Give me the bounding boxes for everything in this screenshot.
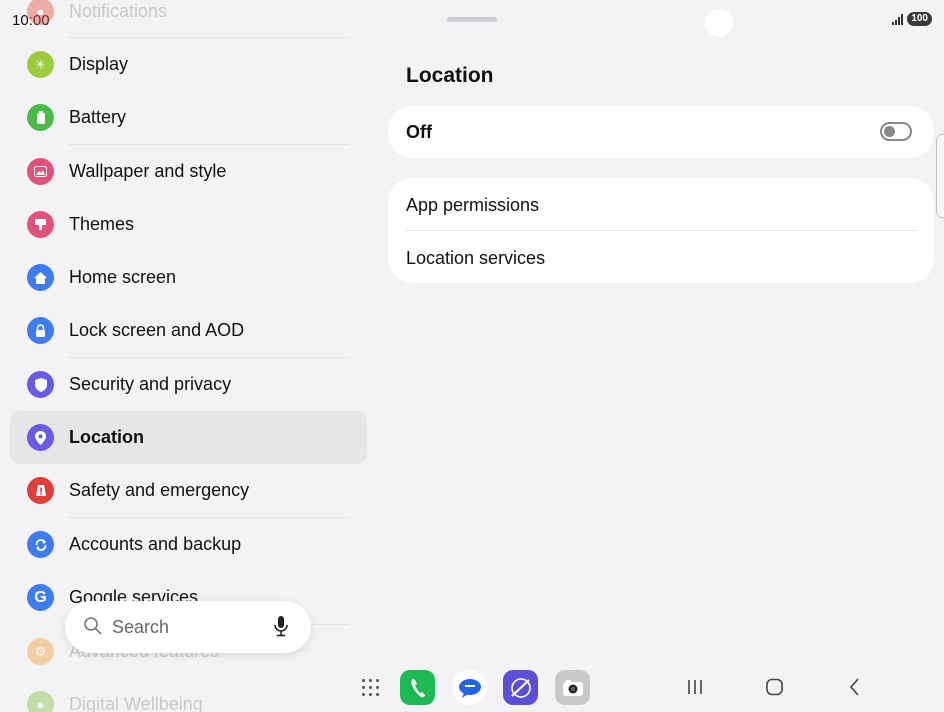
wellbeing-icon: ●: [27, 691, 54, 712]
sidebar-item-notifications[interactable]: ● Notifications: [10, 0, 367, 38]
sidebar-item-label: Lock screen and AOD: [69, 320, 245, 340]
battery-icon: [27, 104, 54, 131]
status-icons: 100: [892, 12, 932, 26]
shield-icon: [27, 371, 54, 398]
notifications-icon: ●: [27, 0, 54, 25]
sidebar-item-label: Display: [69, 54, 129, 74]
home-button[interactable]: [765, 677, 785, 702]
sidebar-item-themes[interactable]: Themes: [10, 198, 367, 251]
google-icon: G: [27, 584, 54, 611]
messages-app-icon[interactable]: [452, 670, 487, 705]
sidebar-item-label: Wallpaper and style: [69, 161, 227, 181]
battery-level: 100: [907, 12, 932, 26]
front-camera: [705, 9, 733, 37]
edge-panel-handle[interactable]: [936, 134, 944, 218]
gear-plus-icon: ⚙: [27, 638, 54, 665]
switch-knob: [884, 126, 895, 137]
sidebar-item-wallpaper[interactable]: Wallpaper and style: [10, 145, 367, 198]
sidebar-item-lock-screen[interactable]: Lock screen and AOD: [10, 304, 367, 357]
sidebar-item-display[interactable]: ☀ Display: [10, 38, 367, 91]
search-bar[interactable]: Search: [65, 601, 311, 653]
emergency-icon: [27, 477, 54, 504]
sidebar-item-battery[interactable]: Battery: [10, 91, 367, 144]
phone-app-icon[interactable]: [400, 670, 435, 705]
lock-icon: [27, 317, 54, 344]
signal-icon: [892, 13, 904, 25]
recent-apps-button[interactable]: [686, 677, 704, 702]
apps-grid-icon[interactable]: [362, 679, 380, 697]
sidebar-item-label: Home screen: [69, 267, 177, 287]
back-button[interactable]: [847, 677, 863, 702]
sidebar-item-security[interactable]: Security and privacy: [10, 358, 367, 411]
location-toggle-card[interactable]: Off: [388, 106, 934, 158]
search-icon: [83, 616, 103, 641]
sidebar-item-home-screen[interactable]: Home screen: [10, 251, 367, 304]
sidebar-item-label: Accounts and backup: [69, 534, 242, 554]
internet-app-icon[interactable]: [503, 670, 538, 705]
location-pin-icon: [27, 424, 54, 451]
drag-handle[interactable]: [447, 17, 497, 22]
sidebar-item-label: Digital Wellbeing: [69, 694, 203, 712]
sidebar-item-label: Notifications: [69, 1, 168, 21]
location-switch[interactable]: [880, 122, 912, 141]
divider: [406, 230, 916, 231]
sidebar-item-label: Location: [69, 427, 144, 447]
location-services-item[interactable]: Location services: [406, 248, 545, 269]
page-title: Location: [406, 64, 494, 87]
sidebar-item-location[interactable]: Location: [10, 411, 367, 464]
search-input[interactable]: Search: [112, 617, 169, 638]
sync-icon: [27, 531, 54, 558]
sidebar-item-label: Security and privacy: [69, 374, 232, 394]
toggle-label: Off: [406, 122, 432, 142]
home-icon: [27, 264, 54, 291]
sidebar-item-safety[interactable]: Safety and emergency: [10, 464, 367, 517]
sidebar-item-accounts[interactable]: Accounts and backup: [10, 518, 367, 571]
sidebar-item-label: Safety and emergency: [69, 480, 250, 500]
microphone-icon[interactable]: [273, 615, 289, 642]
sun-icon: ☀: [27, 51, 54, 78]
sidebar-item-label: Battery: [69, 107, 127, 127]
location-options-card: App permissions Location services: [388, 178, 934, 283]
themes-icon: [27, 211, 54, 238]
sidebar-item-wellbeing[interactable]: ● Digital Wellbeing: [10, 678, 367, 712]
app-permissions-item[interactable]: App permissions: [406, 195, 539, 216]
sidebar-item-label: Themes: [69, 214, 135, 234]
camera-app-icon[interactable]: [555, 670, 590, 705]
wallpaper-icon: [27, 158, 54, 185]
